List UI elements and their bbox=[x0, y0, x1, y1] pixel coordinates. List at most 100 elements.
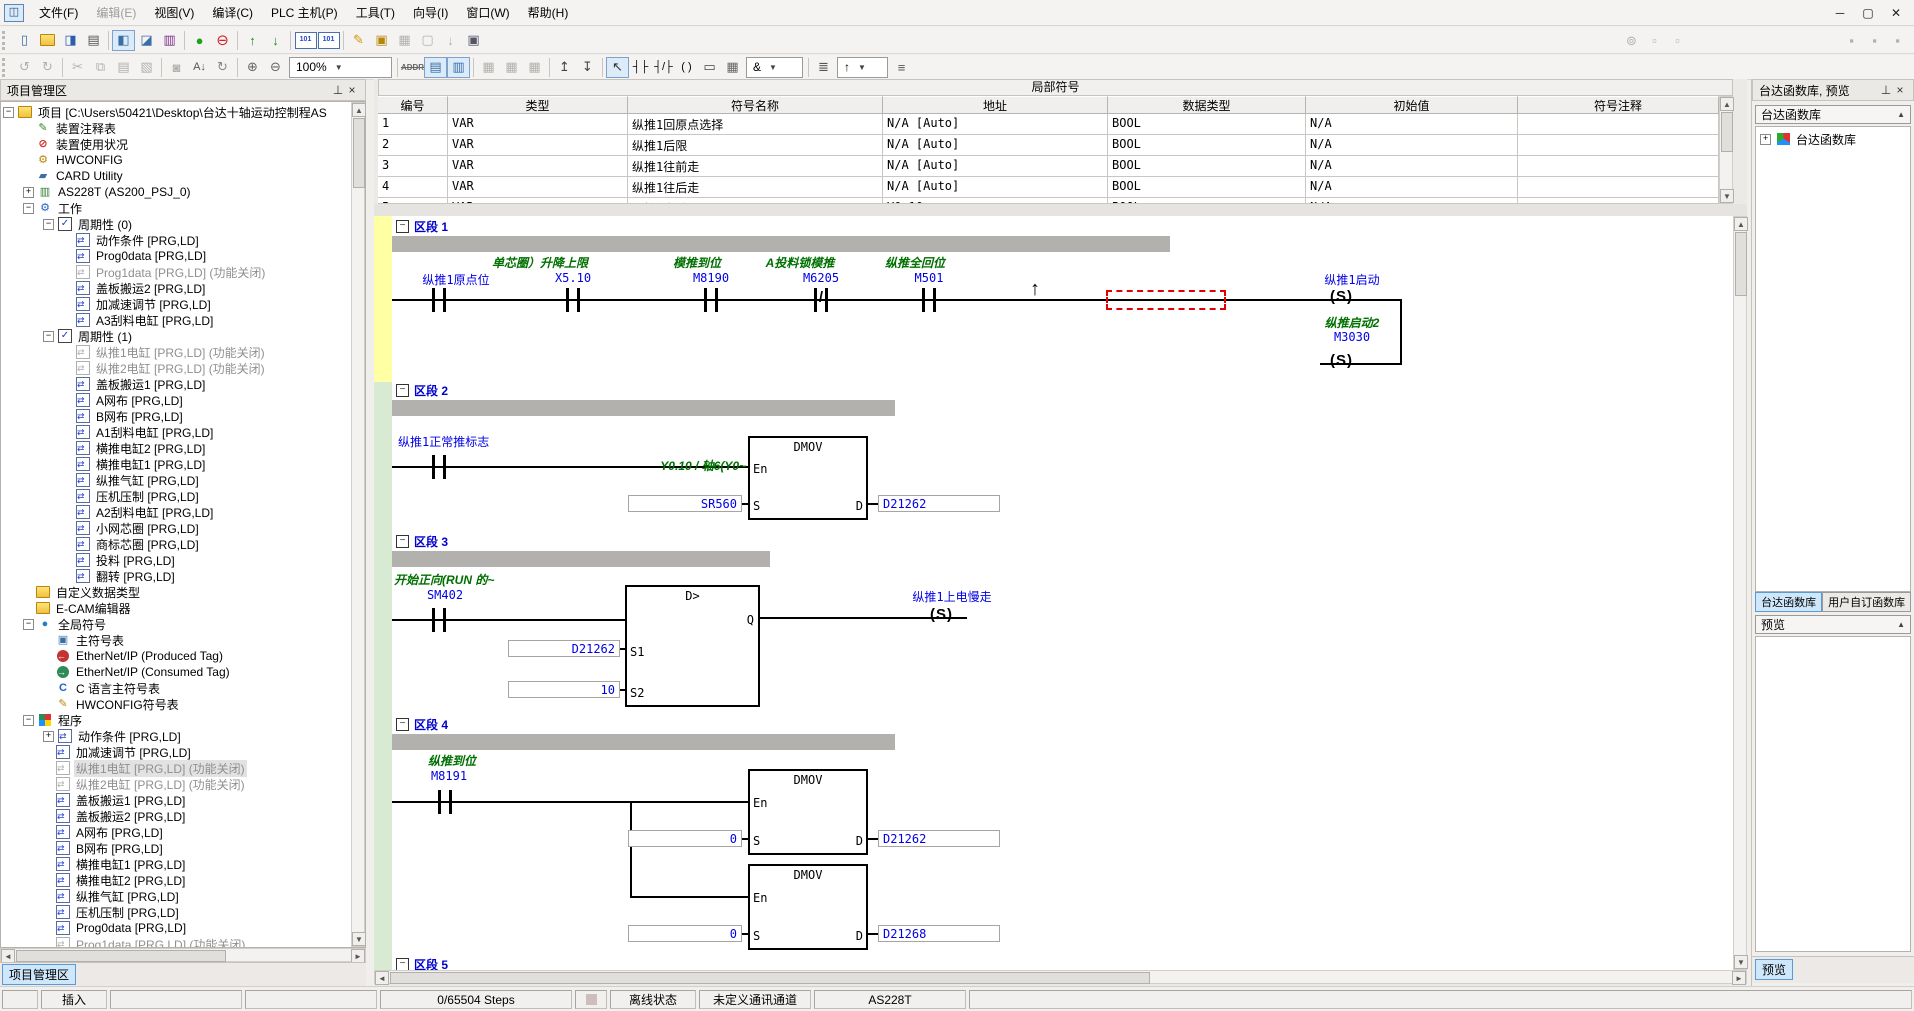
collapse-icon[interactable]: − bbox=[23, 715, 34, 726]
column-header[interactable]: 地址 bbox=[883, 96, 1108, 114]
collapse-icon[interactable]: − bbox=[23, 619, 34, 630]
pin-icon[interactable]: ⊥ bbox=[1879, 83, 1893, 97]
column-header[interactable]: 编号 bbox=[378, 96, 448, 114]
column-header[interactable]: 初始值 bbox=[1306, 96, 1518, 114]
cell[interactable]: 4 bbox=[378, 177, 448, 198]
instruction-class-select[interactable]: &▼ bbox=[746, 57, 803, 78]
menu-help[interactable]: 帮助(H) bbox=[519, 1, 578, 24]
nc-contact[interactable]: / bbox=[814, 288, 828, 312]
tree-item[interactable]: ✎装置注释表 bbox=[1, 120, 365, 136]
operand-input[interactable]: 0 bbox=[628, 830, 742, 847]
rung-list-icon[interactable]: ≣ bbox=[812, 57, 835, 78]
cell[interactable]: 3 bbox=[378, 156, 448, 177]
dock-icon-1[interactable]: ▪ bbox=[1840, 30, 1863, 51]
scroll-up-icon[interactable]: ▲ bbox=[1734, 217, 1748, 231]
tree-item[interactable]: ⇄Prog1data [PRG,LD] (功能关闭) bbox=[1, 936, 365, 948]
stop-icon[interactable]: ⊖ bbox=[211, 30, 234, 51]
expand-icon[interactable]: + bbox=[23, 187, 34, 198]
online-monitor-icon[interactable]: ▣ bbox=[370, 30, 393, 51]
collapse-network-icon[interactable]: − bbox=[396, 718, 409, 731]
menu-file[interactable]: 文件(F) bbox=[30, 1, 87, 24]
upload-from-plc-icon[interactable]: ↓ bbox=[264, 30, 287, 51]
collapse-network-icon[interactable]: − bbox=[396, 535, 409, 548]
open-project-icon[interactable] bbox=[36, 30, 59, 51]
scroll-down-icon[interactable]: ▼ bbox=[352, 932, 366, 946]
ladder-editor[interactable]: −区段 1 单芯圈）升降上限 模推到位 A投料锁模推 纵推全回位 纵推1原点位 … bbox=[392, 216, 1733, 970]
maximize-icon[interactable]: ▢ bbox=[1854, 4, 1882, 22]
tab-user-library[interactable]: 用户自订函数库 bbox=[1822, 592, 1911, 612]
tree-item[interactable]: ⇄横推电缸2 [PRG,LD] bbox=[1, 440, 365, 456]
tree-item[interactable]: ▣主符号表 bbox=[1, 632, 365, 648]
library-section-header[interactable]: 台达函数库▲ bbox=[1755, 105, 1911, 124]
operand-input[interactable]: 10 bbox=[508, 681, 620, 698]
tree-item[interactable]: ⇄Prog0data [PRG,LD] bbox=[1, 920, 365, 936]
tree-item[interactable]: →EtherNet/IP (Consumed Tag) bbox=[1, 664, 365, 680]
close-icon[interactable]: ✕ bbox=[1882, 4, 1910, 22]
pin-icon[interactable]: ⊥ bbox=[331, 83, 345, 97]
collapse-icon[interactable]: − bbox=[23, 203, 34, 214]
instruction-block-icon[interactable]: ▭ bbox=[698, 57, 721, 78]
tree-item[interactable]: +⇄动作条件 [PRG,LD] bbox=[1, 728, 365, 744]
no-contact[interactable] bbox=[432, 288, 446, 312]
tree-item[interactable]: −✓周期性 (1) bbox=[1, 328, 365, 344]
device-comment-icon[interactable]: ▤ bbox=[424, 57, 447, 78]
tree-item[interactable]: ⇄A网布 [PRG,LD] bbox=[1, 824, 365, 840]
expand-icon[interactable]: + bbox=[1760, 134, 1771, 145]
edge-select[interactable]: ↑▼ bbox=[837, 57, 888, 78]
expand-icon[interactable]: + bbox=[43, 731, 54, 742]
dock-icon-3[interactable]: ▪ bbox=[1886, 30, 1909, 51]
rising-edge-icon[interactable]: ↑ bbox=[1030, 278, 1040, 301]
tree-item[interactable]: ⇄商标芯圈 [PRG,LD] bbox=[1, 536, 365, 552]
collapse-icon[interactable]: − bbox=[3, 107, 14, 118]
tree-item[interactable]: 自定义数据类型 bbox=[1, 584, 365, 600]
tree-item[interactable]: ⇄翻转 [PRG,LD] bbox=[1, 568, 365, 584]
device-monitor-table-icon[interactable]: 101 bbox=[317, 30, 340, 51]
tree-item[interactable]: −●全局符号 bbox=[1, 616, 365, 632]
scroll-up-icon[interactable]: ▲ bbox=[1720, 97, 1734, 111]
cell[interactable]: 2 bbox=[378, 135, 448, 156]
scroll-right-icon[interactable]: ► bbox=[1732, 971, 1746, 985]
ladder-hscrollbar[interactable]: ◄ ► bbox=[374, 970, 1747, 984]
tree-item[interactable]: ⇄A网布 [PRG,LD] bbox=[1, 392, 365, 408]
no-contact[interactable] bbox=[922, 288, 936, 312]
column-header[interactable]: 类型 bbox=[448, 96, 628, 114]
tree-item[interactable]: ▰CARD Utility bbox=[1, 168, 365, 184]
preview-section-header[interactable]: 预览▲ bbox=[1755, 615, 1911, 634]
scroll-thumb[interactable] bbox=[1735, 232, 1747, 296]
network-icon[interactable]: ▦ bbox=[721, 57, 744, 78]
scroll-thumb[interactable] bbox=[1721, 112, 1733, 152]
tree-item[interactable]: +▥AS228T (AS200_PSJ_0) bbox=[1, 184, 365, 200]
ladder-vscrollbar[interactable]: ▲ ▼ bbox=[1733, 216, 1747, 970]
set-coil[interactable]: (S) bbox=[1330, 352, 1353, 369]
project-tree-vscrollbar[interactable]: ▲ ▼ bbox=[351, 102, 365, 947]
insert-network-below-icon[interactable]: ↧ bbox=[576, 57, 599, 78]
menu-view[interactable]: 视图(V) bbox=[145, 1, 203, 24]
scroll-left-icon[interactable]: ◄ bbox=[1, 949, 15, 963]
cell[interactable]: N/A [Auto] bbox=[883, 156, 1108, 177]
dmov-block[interactable]: DMOV En S D bbox=[748, 769, 868, 855]
cell[interactable]: N/A bbox=[1306, 156, 1518, 177]
tree-item[interactable]: −程序 bbox=[1, 712, 365, 728]
cell[interactable] bbox=[1518, 177, 1719, 198]
tree-item[interactable]: ⇄动作条件 [PRG,LD] bbox=[1, 232, 365, 248]
zoom-level-select[interactable]: 100%▼ bbox=[289, 57, 392, 78]
cell[interactable]: VAR bbox=[448, 156, 628, 177]
toolbar-grip[interactable] bbox=[2, 31, 9, 50]
menu-wizard[interactable]: 向导(I) bbox=[404, 1, 457, 24]
tree-item[interactable]: −⚙工作 bbox=[1, 200, 365, 216]
cell[interactable]: N/A bbox=[1306, 135, 1518, 156]
zoom-in-icon[interactable]: ⊕ bbox=[241, 57, 264, 78]
tree-item[interactable]: CC 语言主符号表 bbox=[1, 680, 365, 696]
camera-monitor-icon[interactable]: ▣ bbox=[462, 30, 485, 51]
tree-item[interactable]: ⇄小网芯圈 [PRG,LD] bbox=[1, 520, 365, 536]
selection-pointer-icon[interactable]: ↖ bbox=[606, 57, 629, 78]
symbol-table-vscrollbar[interactable]: ▲ ▼ bbox=[1719, 96, 1733, 204]
cell[interactable]: 纵推1回原点选择 bbox=[628, 114, 883, 135]
tree-item[interactable]: ⇄压机压制 [PRG,LD] bbox=[1, 488, 365, 504]
tree-item[interactable]: ✎HWCONFIG符号表 bbox=[1, 696, 365, 712]
tree-item[interactable]: ⇄纵推1电缸 [PRG,LD] (功能关闭) bbox=[1, 344, 365, 360]
dmov-block[interactable]: DMOV En S D bbox=[748, 864, 868, 950]
cell[interactable]: VAR bbox=[448, 135, 628, 156]
tree-item[interactable]: ⊘装置使用状况 bbox=[1, 136, 365, 152]
compare-block[interactable]: D> Q S1 S2 bbox=[625, 585, 760, 707]
